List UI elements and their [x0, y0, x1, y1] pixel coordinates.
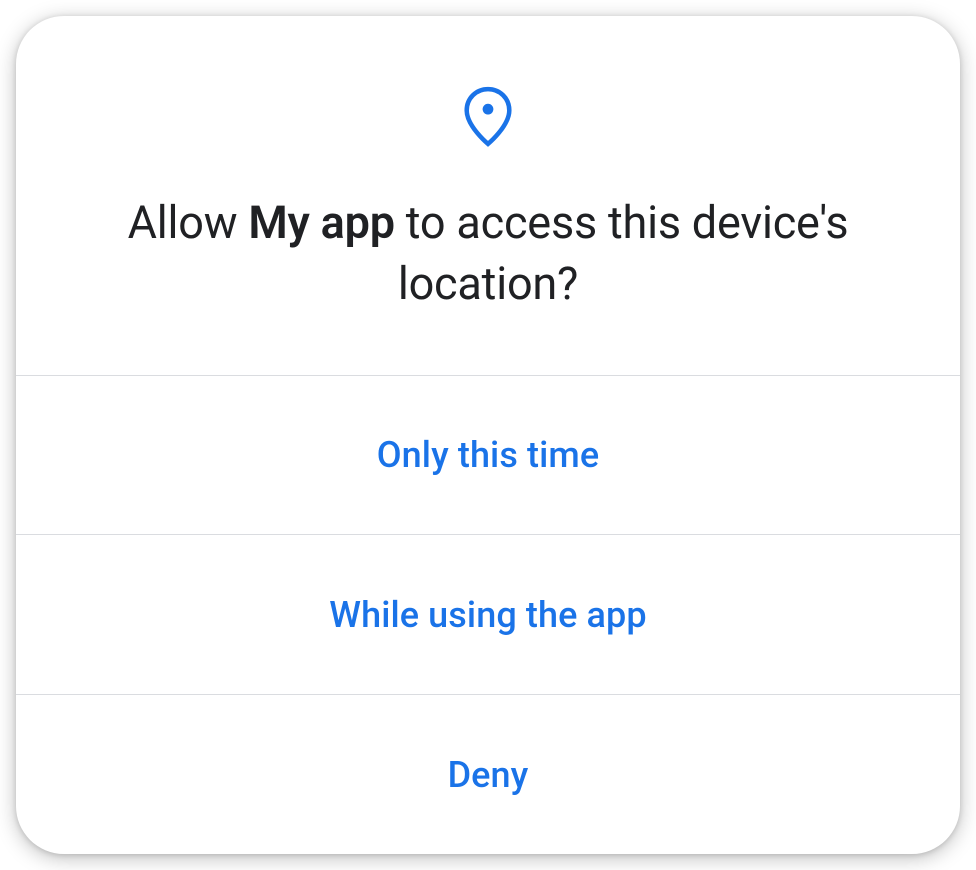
option-label: Deny	[448, 754, 529, 796]
permission-dialog: Allow My app to access this device's loc…	[16, 16, 960, 854]
app-name: My app	[248, 196, 395, 249]
option-label: While using the app	[329, 594, 646, 636]
deny-button[interactable]: Deny	[16, 694, 960, 854]
dialog-title: Allow My app to access this device's loc…	[76, 193, 900, 315]
dialog-header: Allow My app to access this device's loc…	[16, 16, 960, 375]
title-prefix: Allow	[128, 196, 249, 249]
dialog-options: Only this time While using the app Deny	[16, 375, 960, 855]
only-this-time-button[interactable]: Only this time	[16, 375, 960, 535]
while-using-app-button[interactable]: While using the app	[16, 534, 960, 694]
title-suffix: to access this device's location?	[395, 196, 849, 310]
option-label: Only this time	[377, 434, 599, 476]
location-icon	[76, 86, 900, 148]
